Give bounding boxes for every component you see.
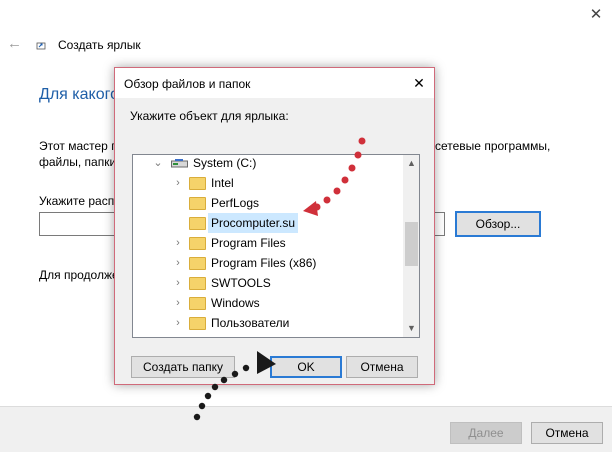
expander-collapsed-icon[interactable]: › xyxy=(173,313,183,333)
tree-item-label: Пользователи xyxy=(211,316,290,330)
expander-collapsed-icon[interactable]: › xyxy=(173,233,183,253)
scroll-up-icon[interactable]: ▲ xyxy=(403,155,419,172)
tree-item-intel[interactable]: › Intel xyxy=(133,173,403,193)
close-icon[interactable]: ✕ xyxy=(585,6,607,24)
scroll-thumb[interactable] xyxy=(405,222,418,266)
folder-icon xyxy=(189,237,206,250)
dialog-titlebar: Обзор файлов и папок ✕ xyxy=(115,68,434,98)
expander-expanded-icon[interactable]: ⌄ xyxy=(153,155,163,173)
scroll-down-icon[interactable]: ▼ xyxy=(403,320,419,337)
folder-icon xyxy=(189,197,206,210)
tree-item-program-files[interactable]: › Program Files xyxy=(133,233,403,253)
tree-item-program-files-x86[interactable]: › Program Files (x86) xyxy=(133,253,403,273)
location-label: Укажите расп xyxy=(39,194,115,208)
tree-item-label: Program Files (x86) xyxy=(211,256,317,270)
wizard-description-right: сетевые программы, xyxy=(435,139,551,153)
folder-icon xyxy=(189,177,206,190)
dialog-close-icon[interactable]: ✕ xyxy=(410,74,428,92)
dialog-title: Обзор файлов и папок xyxy=(124,77,251,91)
tree-item-system-drive[interactable]: ⌄ System (C:) xyxy=(133,155,403,173)
tree-item-label: Program Files xyxy=(211,236,286,250)
folder-icon xyxy=(189,257,206,270)
folder-icon xyxy=(189,297,206,310)
browse-button[interactable]: Обзор... xyxy=(455,211,541,237)
browse-dialog: Обзор файлов и папок ✕ Укажите объект дл… xyxy=(114,67,435,385)
folder-icon xyxy=(189,217,206,230)
dialog-prompt: Укажите объект для ярлыка: xyxy=(130,109,289,123)
tree-item-users[interactable]: › Пользователи xyxy=(133,313,403,333)
tree-item-label: Intel xyxy=(211,176,234,190)
drive-icon xyxy=(171,159,188,168)
new-folder-button[interactable]: Создать папку xyxy=(131,356,235,378)
expander-collapsed-icon[interactable]: › xyxy=(173,273,183,293)
wizard-heading: Для какого xyxy=(39,86,119,103)
folder-icon xyxy=(189,317,206,330)
tree-item-label: SWTOOLS xyxy=(211,276,271,290)
cancel-button[interactable]: Отмена xyxy=(531,422,603,444)
dialog-cancel-button[interactable]: Отмена xyxy=(346,356,418,378)
expander-collapsed-icon[interactable]: › xyxy=(173,293,183,313)
back-arrow-icon[interactable]: ← xyxy=(7,36,23,52)
next-button[interactable]: Далее xyxy=(450,422,522,444)
tree-item-windows[interactable]: › Windows xyxy=(133,293,403,313)
ok-button[interactable]: OK xyxy=(270,356,342,378)
wizard-description-line-1: Этот мастер п xyxy=(39,139,118,153)
tree-item-perflogs[interactable]: PerfLogs xyxy=(133,193,403,213)
continue-text: Для продолжен xyxy=(39,268,126,282)
tree-item-label: PerfLogs xyxy=(211,196,260,210)
tree-item-label: Procomputer.su xyxy=(208,213,299,233)
folder-tree[interactable]: ⌄ System (C:) › Intel PerfLogs Procomput… xyxy=(132,154,420,338)
wizard-title: Создать ярлык xyxy=(58,38,141,52)
tree-item-label: System (C:) xyxy=(193,156,257,170)
expander-collapsed-icon[interactable]: › xyxy=(173,253,183,273)
expander-collapsed-icon[interactable]: › xyxy=(173,173,183,193)
tree-item-swtools[interactable]: › SWTOOLS xyxy=(133,273,403,293)
tree-item-procomputer[interactable]: Procomputer.su xyxy=(133,213,403,233)
tree-item-label: Windows xyxy=(211,296,260,310)
wizard-description-line-2: файлы, папки xyxy=(39,155,117,169)
folder-icon xyxy=(189,277,206,290)
tree-scrollbar[interactable]: ▲ ▼ xyxy=(403,155,419,337)
shortcut-icon xyxy=(36,42,46,50)
